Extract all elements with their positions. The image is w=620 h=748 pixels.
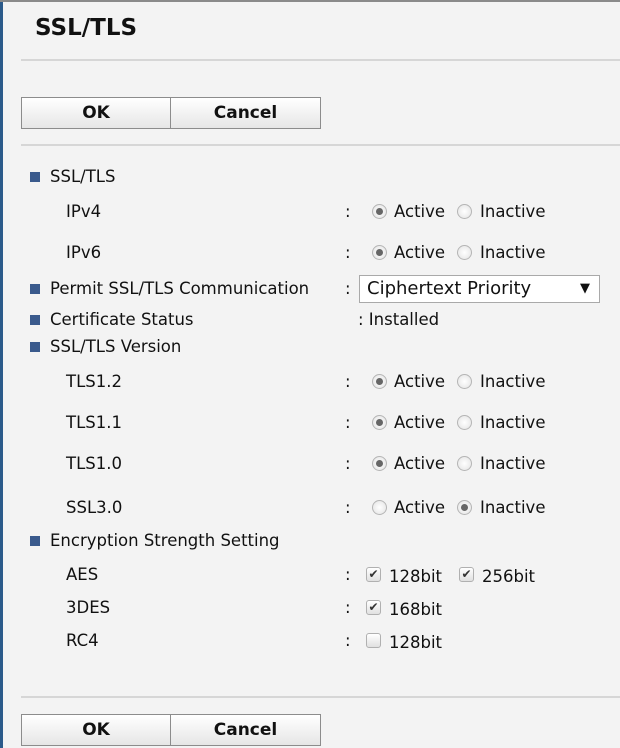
colon: : bbox=[345, 243, 351, 262]
divider bbox=[21, 144, 620, 146]
section-cert: Certificate Status : Installed bbox=[0, 309, 620, 331]
divider bbox=[21, 59, 620, 61]
colon: : bbox=[345, 372, 351, 391]
tls11-row: TLS1.1: Active Inactive bbox=[0, 412, 620, 434]
certificate-status-value: : Installed bbox=[358, 310, 440, 329]
tls11-active-radio[interactable] bbox=[372, 415, 387, 430]
colon: : bbox=[345, 413, 351, 432]
option-label: 128bit bbox=[389, 567, 443, 586]
section-version: SSL/TLS Version bbox=[0, 336, 620, 358]
top-button-bar: OK Cancel bbox=[21, 97, 321, 129]
section-encryption: Encryption Strength Setting bbox=[0, 530, 620, 552]
aes-128-checkbox[interactable]: ✔ bbox=[366, 567, 381, 582]
section-label: Certificate Status bbox=[50, 310, 194, 329]
inactive-label: Inactive bbox=[480, 372, 546, 391]
section-label: Permit SSL/TLS Communication bbox=[50, 279, 310, 298]
ssl30-row: SSL3.0: Active Inactive bbox=[0, 497, 620, 519]
colon: : bbox=[345, 454, 351, 473]
active-label: Active bbox=[394, 372, 446, 391]
bullet-icon bbox=[30, 315, 40, 325]
ipv4-active-radio[interactable] bbox=[372, 204, 387, 219]
3des-row: 3DES: ✔ 168bit bbox=[0, 597, 620, 619]
ipv6-row: IPv6: Active Inactive bbox=[0, 242, 620, 264]
cancel-button[interactable]: Cancel bbox=[171, 97, 321, 129]
ipv4-inactive-radio[interactable] bbox=[457, 204, 472, 219]
ipv6-label: IPv6 bbox=[66, 243, 102, 262]
ok-button[interactable]: OK bbox=[21, 97, 171, 129]
3des-label: 3DES bbox=[66, 598, 111, 617]
dropdown-arrow-icon: ▼ bbox=[580, 281, 590, 296]
divider bbox=[21, 696, 620, 698]
colon: : bbox=[345, 598, 351, 617]
tls10-label: TLS1.0 bbox=[66, 454, 122, 473]
tls10-row: TLS1.0: Active Inactive bbox=[0, 453, 620, 475]
tls12-label: TLS1.2 bbox=[66, 372, 122, 391]
rc4-128-checkbox[interactable] bbox=[366, 633, 381, 648]
ipv4-label: IPv4 bbox=[66, 202, 102, 221]
option-label: 256bit bbox=[482, 567, 536, 586]
page-title: SSL/TLS bbox=[35, 15, 138, 41]
tls10-active-radio[interactable] bbox=[372, 456, 387, 471]
active-label: Active bbox=[394, 454, 446, 473]
section-label: Encryption Strength Setting bbox=[50, 531, 280, 550]
tls11-inactive-radio[interactable] bbox=[457, 415, 472, 430]
active-label: Active bbox=[394, 413, 446, 432]
ssl30-label: SSL3.0 bbox=[66, 498, 123, 517]
inactive-label: Inactive bbox=[480, 243, 546, 262]
option-label: 168bit bbox=[389, 600, 443, 619]
3des-168-checkbox[interactable]: ✔ bbox=[366, 600, 381, 615]
tls11-label: TLS1.1 bbox=[66, 413, 122, 432]
aes-256-checkbox[interactable]: ✔ bbox=[459, 567, 474, 582]
bullet-icon bbox=[30, 342, 40, 352]
ipv6-active-radio[interactable] bbox=[372, 245, 387, 260]
tls12-row: TLS1.2: Active Inactive bbox=[0, 371, 620, 393]
inactive-label: Inactive bbox=[480, 202, 546, 221]
rc4-label: RC4 bbox=[66, 631, 99, 650]
inactive-label: Inactive bbox=[480, 413, 546, 432]
aes-label: AES bbox=[66, 565, 99, 584]
aes-row: AES: ✔ 128bit ✔ 256bit bbox=[0, 564, 620, 586]
bullet-icon bbox=[30, 536, 40, 546]
ipv6-inactive-radio[interactable] bbox=[457, 245, 472, 260]
colon: : bbox=[345, 279, 351, 298]
bullet-icon bbox=[30, 284, 40, 294]
permit-communication-select[interactable]: Ciphertext Priority ▼ bbox=[359, 275, 600, 303]
section-label: SSL/TLS Version bbox=[50, 337, 182, 356]
ipv4-row: IPv4: Active Inactive bbox=[0, 201, 620, 223]
inactive-label: Inactive bbox=[480, 498, 546, 517]
ok-button[interactable]: OK bbox=[21, 714, 171, 746]
rc4-row: RC4: 128bit bbox=[0, 630, 620, 652]
section-label: SSL/TLS bbox=[50, 167, 116, 186]
inactive-label: Inactive bbox=[480, 454, 546, 473]
active-label: Active bbox=[394, 243, 446, 262]
bullet-icon bbox=[30, 172, 40, 182]
tls12-active-radio[interactable] bbox=[372, 374, 387, 389]
ssl30-active-radio[interactable] bbox=[372, 500, 387, 515]
cancel-button[interactable]: Cancel bbox=[171, 714, 321, 746]
tls12-inactive-radio[interactable] bbox=[457, 374, 472, 389]
option-label: 128bit bbox=[389, 633, 443, 652]
select-value: Ciphertext Priority bbox=[367, 278, 532, 299]
colon: : bbox=[345, 631, 351, 650]
window-top-border bbox=[0, 0, 620, 2]
colon: : bbox=[345, 498, 351, 517]
active-label: Active bbox=[394, 498, 446, 517]
colon: : bbox=[345, 565, 351, 584]
tls10-inactive-radio[interactable] bbox=[457, 456, 472, 471]
ssl30-inactive-radio[interactable] bbox=[457, 500, 472, 515]
active-label: Active bbox=[394, 202, 446, 221]
bottom-button-bar: OK Cancel bbox=[21, 714, 321, 746]
colon: : bbox=[345, 202, 351, 221]
section-ssltls: SSL/TLS bbox=[0, 166, 620, 188]
